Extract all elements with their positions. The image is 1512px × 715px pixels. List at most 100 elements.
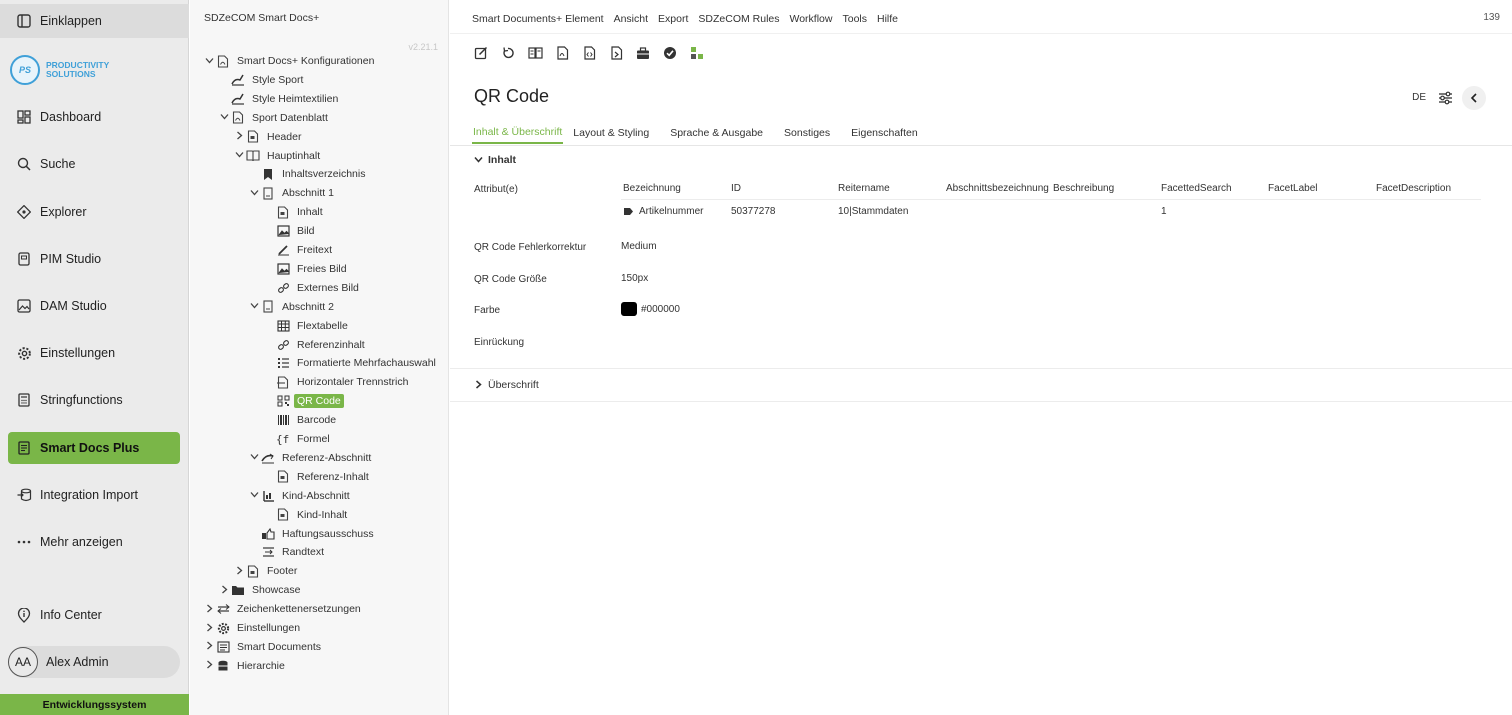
tree-item[interactable]: Kind-Abschnitt	[247, 487, 353, 505]
tree-item-label: Kind-Abschnitt	[282, 489, 350, 502]
language-selector[interactable]: DE	[1412, 92, 1426, 103]
nav-item-dam-studio[interactable]: DAM Studio	[8, 290, 180, 322]
tree-item[interactable]: Horizontaler Trennstrich	[262, 373, 411, 391]
menu-rules[interactable]: SDZeCOM Rules	[698, 13, 779, 25]
main-content: Smart Documents+ Element Ansicht Export …	[450, 0, 1512, 715]
menu-tools[interactable]: Tools	[842, 13, 867, 25]
tab-layout-styling[interactable]: Layout & Styling	[572, 122, 650, 144]
chevron-right-icon[interactable]	[202, 604, 216, 615]
tree-item[interactable]: Smart Documents	[202, 638, 324, 656]
tree-item[interactable]: {f} Formel	[262, 430, 333, 448]
tree-item[interactable]: Zeichenkettenersetzungen	[202, 600, 364, 618]
tree-item[interactable]: Style Sport	[217, 71, 306, 89]
briefcase-icon[interactable]	[634, 44, 652, 62]
settings-sliders-icon[interactable]	[1436, 89, 1454, 107]
menu-element[interactable]: Smart Documents+ Element	[472, 13, 604, 25]
nav-item-pim-studio[interactable]: PIM Studio	[8, 243, 180, 275]
tree-item[interactable]: Kind-Inhalt	[262, 506, 350, 524]
menu-hilfe[interactable]: Hilfe	[877, 13, 898, 25]
tree-item[interactable]: Header	[232, 128, 304, 146]
tab-sonstiges[interactable]: Sonstiges	[783, 122, 831, 144]
menu-workflow[interactable]: Workflow	[790, 13, 833, 25]
menu-ansicht[interactable]: Ansicht	[614, 13, 648, 25]
chevron-right-icon[interactable]	[202, 641, 216, 652]
tree-item-label: Referenzinhalt	[297, 338, 365, 351]
tree-item[interactable]: Hierarchie	[202, 657, 288, 675]
tree-item[interactable]: Externes Bild	[262, 279, 362, 297]
tree-item[interactable]: Smart Docs+ Konfigurationen	[202, 52, 377, 70]
structure-icon[interactable]	[688, 44, 706, 62]
edit-icon[interactable]	[472, 44, 490, 62]
section-inhalt-toggle[interactable]: Inhalt	[474, 154, 516, 166]
chevron-right-icon[interactable]	[217, 585, 231, 596]
compare-icon[interactable]	[526, 44, 544, 62]
image-icon	[276, 224, 290, 238]
code-file-icon[interactable]	[580, 44, 598, 62]
tree-item[interactable]: Inhaltsverzeichnis	[247, 165, 368, 183]
nav-item-einstellungen[interactable]: Einstellungen	[8, 337, 180, 369]
chevron-right-icon[interactable]	[232, 566, 246, 577]
section-uberschrift-toggle[interactable]: Überschrift	[474, 379, 539, 391]
nav-item-mehr-anzeigen[interactable]: Mehr anzeigen	[8, 526, 180, 558]
tree-item[interactable]: QR Code	[262, 392, 344, 410]
tree-item[interactable]: Formatierte Mehrfachauswahl	[262, 354, 439, 372]
tree-item[interactable]: Barcode	[262, 411, 339, 429]
tree-item[interactable]: Einstellungen	[202, 619, 303, 637]
chevron-down-icon[interactable]	[247, 188, 261, 199]
chevron-right-icon[interactable]	[202, 623, 216, 634]
nav-item-smart-docs-plus[interactable]: Smart Docs Plus	[8, 432, 180, 464]
tree-item[interactable]: Freitext	[262, 241, 335, 259]
tree-item[interactable]: Referenzinhalt	[262, 336, 368, 354]
tree-item[interactable]: Abschnitt 1	[247, 184, 337, 202]
tree-item[interactable]: Style Heimtextilien	[217, 90, 341, 108]
file-icon	[276, 205, 290, 219]
reload-icon[interactable]	[499, 44, 517, 62]
grosse-value[interactable]: 150px	[621, 273, 648, 284]
tree-item[interactable]: Showcase	[217, 581, 303, 599]
nav-item-info-center[interactable]: Info Center	[8, 599, 180, 631]
chevron-down-icon[interactable]	[247, 452, 261, 463]
tree-item[interactable]: Flextabelle	[262, 317, 351, 335]
fehlerkorrektur-value[interactable]: Medium	[621, 241, 657, 252]
chevron-down-icon[interactable]	[247, 490, 261, 501]
nav-item-explorer[interactable]: Explorer	[8, 196, 180, 228]
pdf-icon[interactable]	[553, 44, 571, 62]
chevron-down-icon[interactable]	[247, 301, 261, 312]
tree-item[interactable]: Randtext	[247, 543, 327, 561]
chevron-left-icon[interactable]	[1462, 86, 1486, 110]
nav-item-integration-import[interactable]: Integration Import	[8, 479, 180, 511]
color-swatch[interactable]	[621, 302, 637, 316]
nav-item-suche[interactable]: Suche	[8, 148, 180, 180]
disclaimer-icon	[261, 527, 275, 541]
user-menu[interactable]: AA Alex Admin	[8, 646, 180, 678]
tree-item[interactable]: Sport Datenblatt	[217, 109, 331, 127]
pim-studio-icon	[16, 251, 32, 267]
color-picker[interactable]: #000000	[621, 302, 680, 316]
menu-export[interactable]: Export	[658, 13, 688, 25]
tree-item[interactable]: Bild	[262, 222, 318, 240]
nav-item-stringfunctions[interactable]: Stringfunctions	[8, 384, 180, 416]
tab-sprache-ausgabe[interactable]: Sprache & Ausgabe	[669, 122, 764, 144]
chevron-right-icon[interactable]	[202, 660, 216, 671]
tree-item[interactable]: Referenz-Inhalt	[262, 468, 372, 486]
chevron-right-icon[interactable]	[232, 131, 246, 142]
tree-item[interactable]: Haftungsausschuss	[247, 525, 377, 543]
nav-item-dashboard[interactable]: Dashboard	[8, 101, 180, 133]
check-circle-icon[interactable]	[661, 44, 679, 62]
chevron-down-icon[interactable]	[202, 56, 216, 67]
tab-eigenschaften[interactable]: Eigenschaften	[850, 122, 919, 144]
tree-item[interactable]: Inhalt	[262, 203, 326, 221]
user-name: Alex Admin	[46, 655, 109, 669]
tree-item[interactable]: Hauptinhalt	[232, 147, 323, 165]
export-file-icon[interactable]	[607, 44, 625, 62]
chevron-down-icon[interactable]	[232, 150, 246, 161]
tree-item[interactable]: Abschnitt 2	[247, 298, 337, 316]
collapse-button[interactable]: Einklappen	[0, 4, 189, 38]
tree-item[interactable]: Referenz-Abschnitt	[247, 449, 374, 467]
margin-text-icon	[261, 545, 275, 559]
chevron-down-icon[interactable]	[217, 112, 231, 123]
nav-label: Einstellungen	[40, 346, 116, 360]
tab-inhalt-uberschrift[interactable]: Inhalt & Überschrift	[472, 122, 564, 144]
tree-item[interactable]: Footer	[232, 562, 300, 580]
tree-item[interactable]: Freies Bild	[262, 260, 350, 278]
